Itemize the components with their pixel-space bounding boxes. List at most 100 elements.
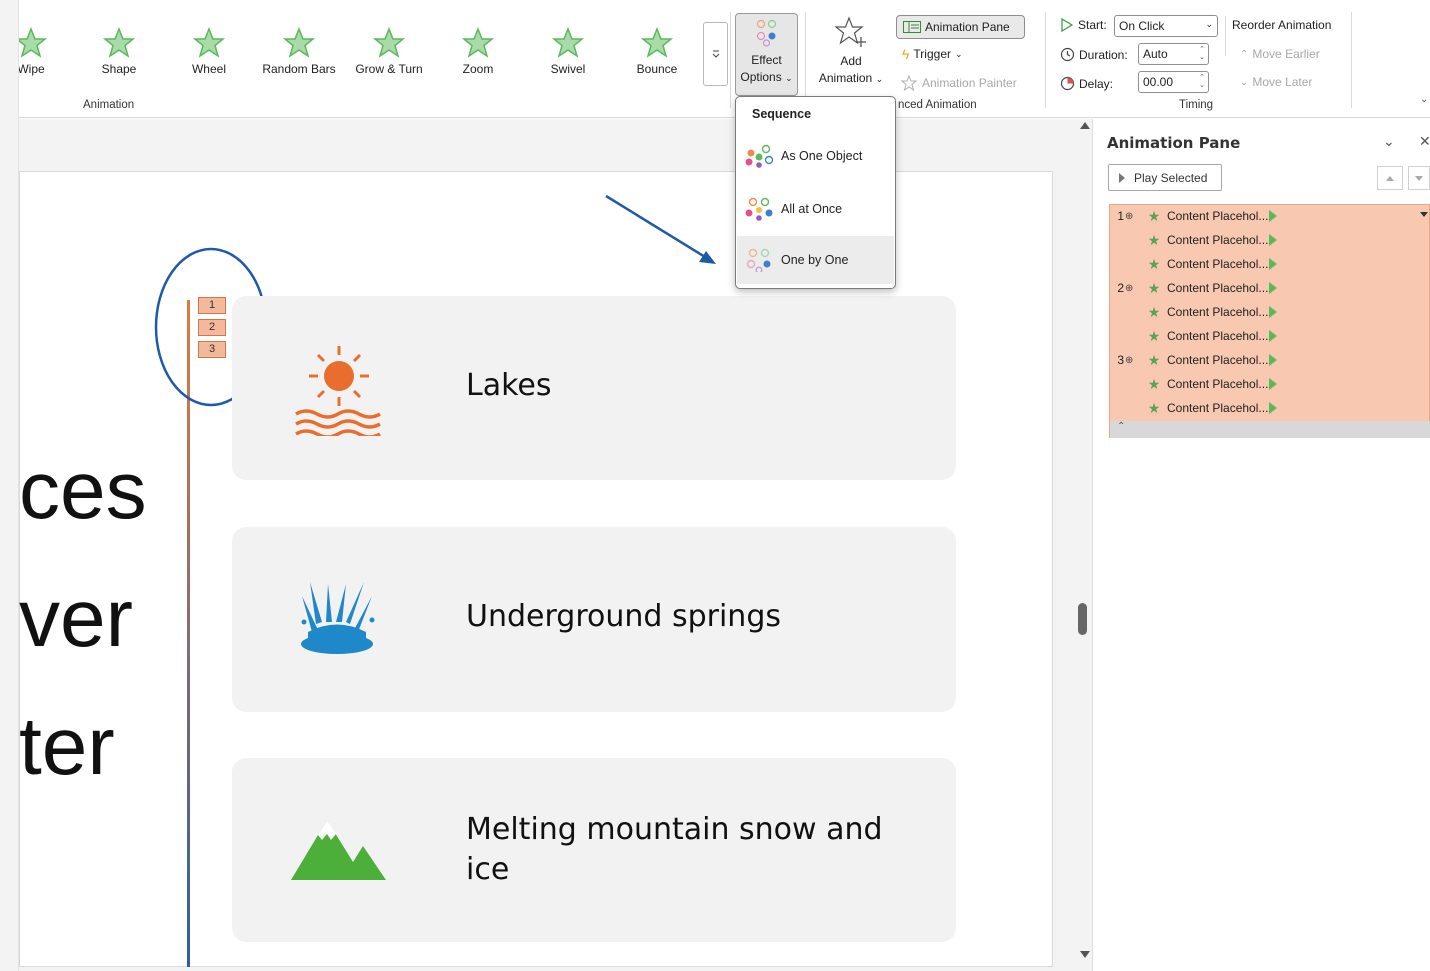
- pane-options-chevron-icon[interactable]: ⌄: [1383, 133, 1395, 150]
- gallery-item-label: Wheel: [191, 62, 226, 76]
- add-animation-label-1: Add: [840, 54, 862, 68]
- delay-spinner[interactable]: 00.00 ⌃ ⌄: [1138, 71, 1209, 93]
- start-dropdown[interactable]: On Click ⌄: [1114, 15, 1218, 37]
- effect-options-icon: [756, 19, 776, 47]
- slide-vertical-scrollbar[interactable]: [1077, 119, 1092, 971]
- animation-item-label: Content Placehol...: [1167, 257, 1269, 271]
- pane-close-icon[interactable]: ✕: [1419, 133, 1430, 150]
- spinner-arrows-icon[interactable]: ⌃ ⌄: [1199, 46, 1205, 62]
- content-card[interactable]: Underground springs: [232, 527, 956, 712]
- ribbon-separator: [730, 12, 731, 108]
- move-later-label: Move Later: [1252, 75, 1313, 89]
- zoom-star-icon: [461, 26, 495, 58]
- move-earlier-button[interactable]: ⌃ Move Earlier: [1240, 47, 1320, 61]
- gallery-item-zoom[interactable]: Zoom: [433, 26, 523, 86]
- scroll-down-icon[interactable]: [1080, 951, 1090, 958]
- gallery-item-shape[interactable]: Shape: [74, 26, 164, 86]
- animation-list-item[interactable]: ⊕★Content Placehol...: [1110, 396, 1430, 420]
- sequence-number: 3: [1117, 353, 1124, 367]
- duration-spinner[interactable]: Auto ⌃ ⌄: [1138, 43, 1209, 65]
- timing-bar-icon: [1269, 258, 1278, 270]
- timing-bar-icon: [1269, 234, 1278, 246]
- ribbon: Wipe Shape Wheel Random Bars Grow & Turn Zoom…: [0, 0, 1430, 118]
- animation-item-label: Content Placehol...: [1167, 305, 1269, 319]
- gallery-item-label: Shape: [101, 62, 137, 76]
- gallery-item-bounce[interactable]: Bounce: [612, 26, 702, 86]
- gallery-more-button[interactable]: [703, 22, 728, 86]
- mountain-icon: [291, 820, 386, 880]
- scroll-thumb[interactable]: [1078, 603, 1087, 635]
- animation-list-item[interactable]: ⊕★Content Placehol...: [1110, 228, 1430, 252]
- timing-bar-icon: [1269, 330, 1278, 342]
- up-triangle-icon: [1386, 175, 1394, 181]
- animation-item-label: Content Placehol...: [1167, 329, 1269, 343]
- timing-bar-icon: [1269, 378, 1278, 390]
- menu-item-one-by-one[interactable]: One by One: [737, 236, 894, 284]
- ribbon-separator: [1351, 12, 1352, 108]
- trigger-button[interactable]: ϟ Trigger ⌄: [902, 46, 963, 62]
- delay-label: Delay:: [1079, 76, 1114, 91]
- emphasis-star-icon: ★: [1147, 327, 1161, 344]
- content-card[interactable]: Melting mountain snow and ice: [232, 758, 956, 942]
- animation-list-item[interactable]: ⊕★Content Placehol...: [1110, 372, 1430, 396]
- play-selected-label: Play Selected: [1134, 170, 1208, 185]
- animation-painter-label: Animation Painter: [922, 76, 1017, 90]
- animation-list-item[interactable]: ⊕★Content Placehol...: [1110, 300, 1430, 324]
- menu-item-label: As One Object: [781, 149, 863, 163]
- powerpoint-window: Wipe Shape Wheel Random Bars Grow & Turn Zoom…: [0, 0, 1430, 971]
- animation-pane-title: Animation Pane: [1107, 134, 1241, 152]
- content-card[interactable]: Lakes: [232, 296, 956, 480]
- effect-options-label-2: Options ⌄: [740, 70, 793, 84]
- lightning-icon: ϟ: [902, 46, 910, 62]
- animation-list-item[interactable]: 3 ⊕ ★ Content Placehol...: [1110, 348, 1430, 372]
- row-dropdown-icon[interactable]: [1420, 212, 1428, 217]
- chevron-down-icon: ⌄: [875, 74, 884, 84]
- animation-item-label: Content Placehol...: [1167, 377, 1269, 391]
- play-selected-button[interactable]: Play Selected: [1108, 164, 1222, 191]
- timing-bar-icon: [1269, 402, 1278, 414]
- slide-title-line-2: ver: [19, 573, 133, 664]
- chevron-down-icon: ⌄: [1240, 76, 1249, 88]
- animation-pane-button[interactable]: Animation Pane: [896, 15, 1025, 39]
- duration-value: Auto: [1143, 47, 1168, 61]
- emphasis-star-icon: ★: [1147, 303, 1161, 320]
- animation-pane-label: Animation Pane: [925, 20, 1010, 34]
- animation-list-item[interactable]: ⊕★Content Placehol...: [1110, 252, 1430, 276]
- add-animation-button[interactable]: Add Animation ⌄: [810, 16, 892, 94]
- spinner-arrows-icon[interactable]: ⌃ ⌄: [1199, 74, 1205, 90]
- menu-item-label: One by One: [781, 253, 849, 267]
- menu-item-label: All at Once: [781, 202, 843, 216]
- sequence-number: 2: [1117, 281, 1124, 295]
- gallery-item-wheel[interactable]: Wheel: [164, 26, 254, 86]
- menu-item-as-one-object[interactable]: As One Object: [737, 132, 894, 180]
- scroll-up-icon[interactable]: [1080, 122, 1090, 129]
- annotation-arrow: [605, 194, 716, 264]
- emphasis-star-icon: ★: [1147, 279, 1161, 296]
- ribbon-collapse-icon[interactable]: ⌄: [1420, 94, 1428, 105]
- start-label-row: Start:: [1060, 18, 1107, 32]
- water-splash-icon: [301, 582, 375, 654]
- start-label: Start:: [1078, 18, 1107, 32]
- timing-bar-icon: [1269, 354, 1278, 366]
- gallery-item-grow-turn[interactable]: Grow & Turn: [344, 26, 434, 86]
- gallery-item-random-bars[interactable]: Random Bars: [254, 26, 344, 86]
- wheel-star-icon: [192, 26, 226, 58]
- move-down-arrow-button[interactable]: [1408, 166, 1430, 190]
- as-one-object-icon: [745, 144, 774, 168]
- animation-list-item[interactable]: 2 ⊕ ★ Content Placehol...: [1110, 276, 1430, 300]
- advanced-animation-group-label: nced Animation: [898, 99, 977, 111]
- animation-painter-button[interactable]: Animation Painter: [900, 75, 1017, 91]
- animation-item-label: Content Placehol...: [1167, 401, 1269, 415]
- animation-list-item[interactable]: ⊕★Content Placehol...: [1110, 324, 1430, 348]
- animation-list-item[interactable]: 1 ⊕ ★ Content Placehol...: [1110, 204, 1430, 228]
- animation-list-footer[interactable]: ⌃: [1110, 421, 1430, 438]
- ribbon-separator: [1225, 16, 1226, 56]
- clock-icon: [1060, 47, 1075, 62]
- menu-item-all-at-once[interactable]: All at Once: [737, 185, 894, 233]
- move-up-arrow-button[interactable]: [1377, 166, 1403, 190]
- gallery-item-swivel[interactable]: Swivel: [523, 26, 613, 86]
- mouse-click-icon: ⊕: [1125, 354, 1134, 366]
- move-later-button[interactable]: ⌄ Move Later: [1240, 75, 1312, 89]
- delay-label-row: Delay:: [1060, 76, 1113, 91]
- effect-options-button[interactable]: Effect Options ⌄: [735, 13, 798, 96]
